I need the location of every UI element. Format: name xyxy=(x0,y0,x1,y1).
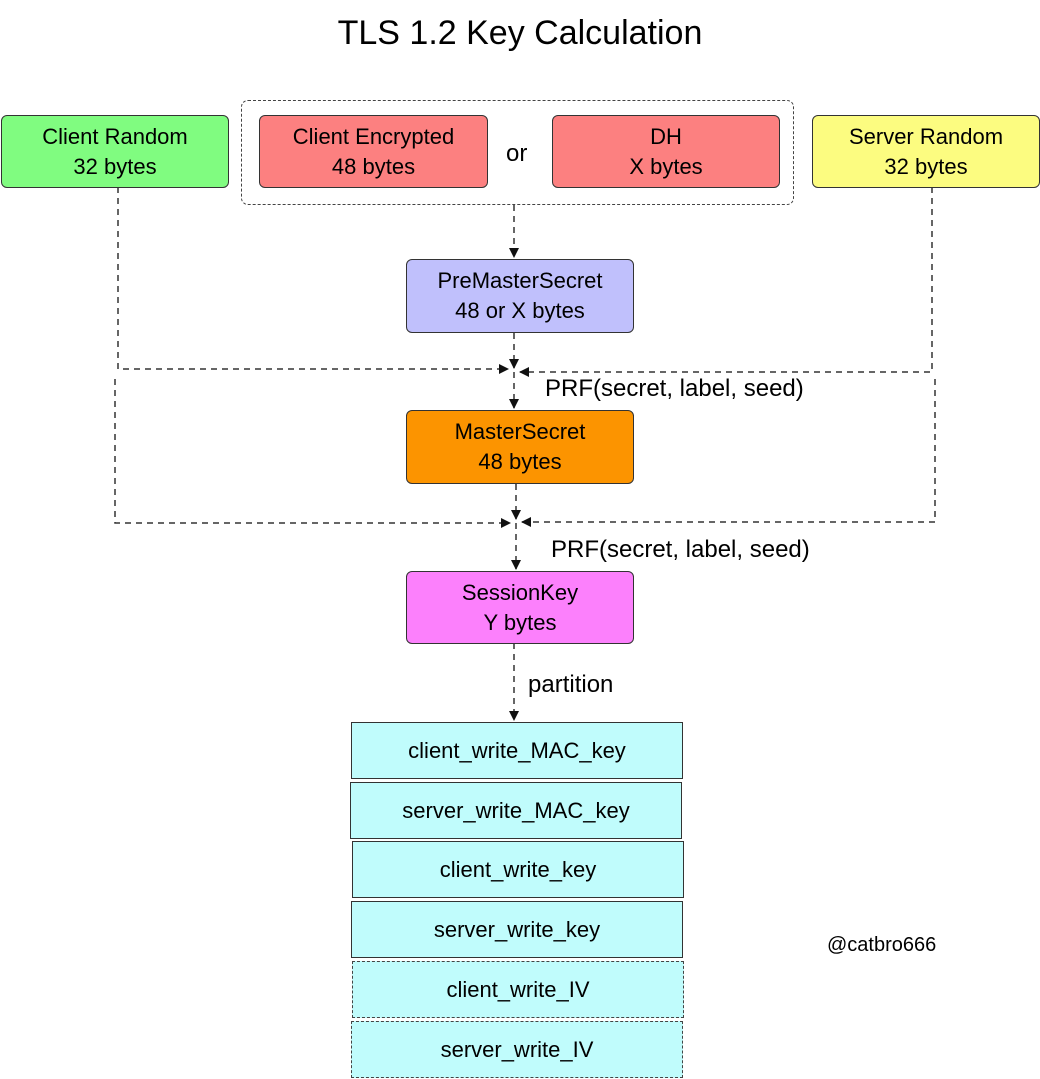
author-credit: @catbro666 xyxy=(827,934,937,956)
key-client-write-iv: client_write_IV xyxy=(352,961,684,1018)
premaster-name: PreMasterSecret xyxy=(437,268,603,293)
client-random-size: 32 bytes xyxy=(73,153,157,179)
key-server-write-key: server_write_key xyxy=(351,901,683,958)
premaster-size: 48 or X bytes xyxy=(455,298,585,323)
dh-size: X bytes xyxy=(629,153,703,179)
server-random-name: Server Random xyxy=(848,123,1004,149)
server-random-size: 32 bytes xyxy=(884,153,968,179)
master-secret-node: MasterSecret 48 bytes xyxy=(406,410,634,484)
key-client-write-mac: client_write_MAC_key xyxy=(351,722,683,779)
key-label: client_write_key xyxy=(439,856,597,882)
client-encrypted-size: 48 bytes xyxy=(331,153,416,179)
key-label: server_write_IV xyxy=(440,1036,594,1062)
or-label: or xyxy=(506,140,528,167)
master-size: 48 bytes xyxy=(478,449,562,474)
key-label: client_write_MAC_key xyxy=(408,737,626,763)
key-label: client_write_IV xyxy=(446,976,590,1002)
key-server-write-mac: server_write_MAC_key xyxy=(350,782,682,839)
session-key-node: SessionKey Y bytes xyxy=(406,571,634,644)
dh-node: DH X bytes xyxy=(552,115,780,188)
key-label: server_write_MAC_key xyxy=(402,797,630,823)
prf-label-2: PRF(secret, label, seed) xyxy=(551,536,810,563)
partition-label: partition xyxy=(528,671,614,698)
key-client-write-key: client_write_key xyxy=(352,841,684,898)
client-encrypted-name: Client Encrypted xyxy=(292,123,455,149)
server-random-node: Server Random 32 bytes xyxy=(812,115,1040,188)
key-server-write-iv: server_write_IV xyxy=(351,1021,683,1078)
prf-label-1: PRF(secret, label, seed) xyxy=(545,375,804,402)
session-size: Y bytes xyxy=(483,609,557,635)
client-random-node: Client Random 32 bytes xyxy=(1,115,229,188)
master-name: MasterSecret xyxy=(454,419,586,444)
dh-name: DH xyxy=(650,123,682,149)
session-name: SessionKey xyxy=(461,579,579,605)
client-encrypted-node: Client Encrypted 48 bytes xyxy=(259,115,488,188)
client-random-name: Client Random xyxy=(42,123,188,149)
premaster-secret-node: PreMasterSecret 48 or X bytes xyxy=(406,259,634,333)
key-label: server_write_key xyxy=(433,916,601,942)
